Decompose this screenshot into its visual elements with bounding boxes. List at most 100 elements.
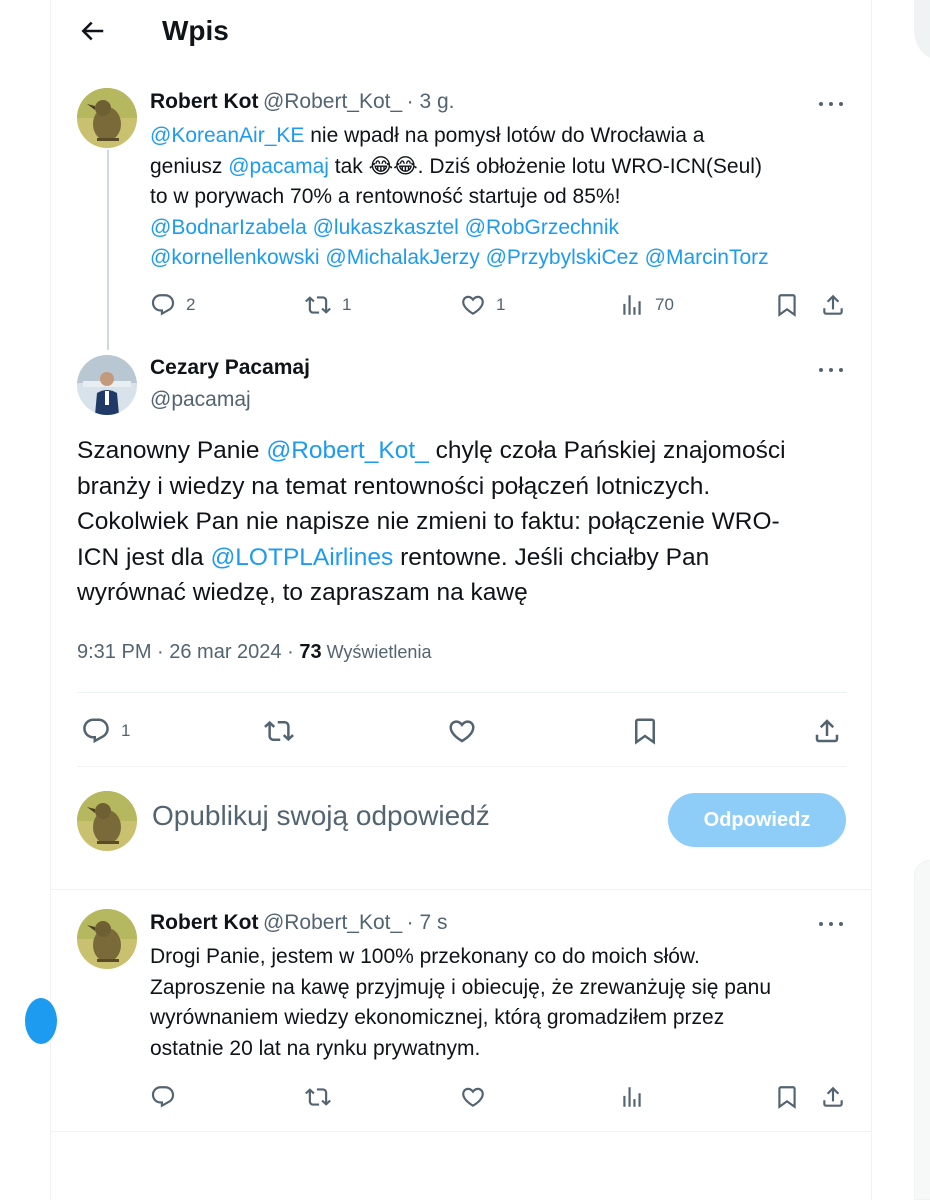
- reply-count: 2: [186, 295, 196, 314]
- search-box[interactable]: [914, 0, 930, 62]
- divider: [51, 1131, 873, 1132]
- author-name[interactable]: Robert Kot: [150, 911, 259, 934]
- retweet-button[interactable]: [304, 1084, 332, 1110]
- back-arrow-icon[interactable]: [77, 16, 107, 46]
- views-label: Wyświetlenia: [321, 642, 432, 662]
- divider: [77, 766, 847, 767]
- mention-link[interactable]: @LOTPLAirlines: [210, 544, 393, 571]
- bookmark-button[interactable]: [630, 716, 660, 746]
- tweet-text-part: Zaproszenie na kawę przyjmuję i obiecuję…: [150, 975, 771, 999]
- like-icon: [447, 716, 477, 746]
- share-button[interactable]: [820, 292, 846, 318]
- share-icon: [820, 292, 846, 318]
- reply-button[interactable]: 1: [81, 716, 130, 746]
- more-icon[interactable]: [819, 914, 847, 934]
- bookmark-icon: [774, 292, 800, 318]
- views-button[interactable]: 70: [619, 292, 674, 318]
- tweet-text-part: to w porywach 70% a rentowność startuje …: [150, 185, 621, 208]
- tweet-meta: 9:31 PM · 26 mar 2024 · 73 Wyświetlenia: [77, 641, 431, 664]
- reply-icon: [150, 1084, 176, 1110]
- mention-link[interactable]: @BodnarIzabela: [150, 216, 307, 239]
- mention-link[interactable]: @MichalakJerzy: [325, 246, 479, 269]
- tweet-text-part: nie wpadł na pomysł lotów do Wrocławia a: [304, 124, 705, 147]
- mention-link[interactable]: @pacamaj: [228, 155, 329, 178]
- timeline-column: Wpis Robert Kot @Robert_Kot_ · 3 g. @Kor…: [25, 0, 873, 1200]
- reply-submit-button[interactable]: Odpowiedz: [668, 793, 846, 847]
- compose-fab[interactable]: [25, 998, 57, 1044]
- retweet-button[interactable]: 1: [304, 292, 351, 318]
- tweet-text-part: Cokolwiek Pan nie napisze nie zmieni to …: [77, 508, 780, 535]
- mention-link[interactable]: @Robert_Kot_: [266, 437, 428, 464]
- author-handle[interactable]: @Robert_Kot_: [263, 90, 402, 113]
- author-name[interactable]: Cezary Pacamaj: [150, 356, 310, 380]
- tweet-text-part: rentowne. Jeśli chciałby Pan: [393, 543, 710, 571]
- bookmark-icon: [774, 1084, 800, 1110]
- tweet-text-part: ICN jest dla: [77, 543, 211, 571]
- tweet-text-part: tak 😂😂. Dziś obłożenie lotu WRO-ICN(Seul…: [328, 154, 762, 178]
- views-icon: [619, 292, 645, 318]
- bookmark-icon: [630, 716, 660, 746]
- tweet-text: @KoreanAir_KE nie wpadł na pomysł lotów …: [150, 121, 850, 274]
- share-button[interactable]: [820, 1084, 846, 1110]
- reply-icon: [81, 716, 111, 746]
- reply-input[interactable]: Opublikuj swoją odpowiedź: [152, 800, 490, 832]
- views-icon: [619, 1084, 645, 1110]
- right-sidebar: [872, 0, 930, 1200]
- share-icon: [812, 716, 842, 746]
- mention-link[interactable]: @PrzybylskiCez: [486, 246, 639, 269]
- mention-link[interactable]: @MarcinTorz: [645, 246, 769, 269]
- author-name[interactable]: Robert Kot: [150, 90, 259, 113]
- avatar[interactable]: [77, 909, 137, 969]
- retweet-icon: [304, 292, 332, 318]
- sidebar-card: [914, 860, 930, 1200]
- mention-link[interactable]: @kornellenkowski: [150, 246, 320, 269]
- avatar[interactable]: [77, 791, 137, 851]
- views-number: 73: [299, 641, 322, 663]
- retweet-button[interactable]: [263, 716, 295, 746]
- like-count: 1: [496, 295, 506, 314]
- mention-link[interactable]: @lukaszkasztel: [313, 216, 459, 239]
- main-tweet-text: Szanowny Panie @Robert_Kot_ chylę czoła …: [77, 433, 857, 611]
- like-button[interactable]: 1: [460, 292, 505, 318]
- tweet-text-part: Szanowny Panie: [77, 437, 267, 464]
- views-count: 70: [655, 295, 674, 314]
- tweet-header: Robert Kot @Robert_Kot_ · 3 g.: [150, 90, 455, 114]
- like-icon: [460, 292, 486, 318]
- retweet-icon: [263, 716, 295, 746]
- thread-connector: [107, 150, 109, 350]
- reply-button[interactable]: 2: [150, 292, 195, 318]
- views-button[interactable]: [619, 1084, 645, 1110]
- tweet-time[interactable]: · 7 s: [407, 911, 448, 934]
- tweet-text-part: Drogi Panie, jestem w 100% przekonany co…: [150, 945, 700, 968]
- more-icon[interactable]: [819, 94, 847, 114]
- author-handle[interactable]: @Robert_Kot_: [263, 911, 402, 934]
- reply-count: 1: [121, 721, 131, 740]
- mention-link[interactable]: @KoreanAir_KE: [150, 124, 304, 147]
- mention-link[interactable]: @RobGrzechnik: [465, 216, 619, 239]
- divider: [51, 889, 873, 890]
- share-icon: [820, 1084, 846, 1110]
- like-button[interactable]: [447, 716, 477, 746]
- tweet-timestamp[interactable]: 9:31 PM · 26 mar 2024 ·: [77, 641, 299, 663]
- bookmark-button[interactable]: [774, 1084, 800, 1110]
- like-button[interactable]: [460, 1084, 486, 1110]
- tweet-time[interactable]: · 3 g.: [407, 90, 455, 113]
- avatar[interactable]: [77, 88, 137, 148]
- bookmark-button[interactable]: [774, 292, 800, 318]
- more-icon[interactable]: [819, 360, 847, 380]
- author-handle[interactable]: @pacamaj: [150, 388, 251, 412]
- tweet-text-part: wyrównaniem wiedzy ekonomicznej, którą g…: [150, 1006, 725, 1029]
- tweet-text-part: chylę czoła Pańskiej znajomości: [428, 437, 786, 464]
- page-header: Wpis: [51, 0, 873, 62]
- share-button[interactable]: [812, 716, 842, 746]
- tweet-text-part: wyrównać wiedzę, to zapraszam na kawę: [77, 579, 528, 606]
- like-icon: [460, 1084, 486, 1110]
- avatar[interactable]: [77, 355, 137, 415]
- tweet-text-part: ostatnie 20 lat na rynku prywatnym.: [150, 1036, 481, 1060]
- tweet-header: Robert Kot @Robert_Kot_ · 7 s: [150, 911, 447, 935]
- retweet-count: 1: [342, 295, 352, 314]
- reply-button[interactable]: [150, 1084, 176, 1110]
- divider: [77, 692, 847, 693]
- tweet-text-part: branży i wiedzy na temat rentowności poł…: [77, 472, 711, 500]
- tweet-text: Drogi Panie, jestem w 100% przekonany co…: [150, 942, 850, 1064]
